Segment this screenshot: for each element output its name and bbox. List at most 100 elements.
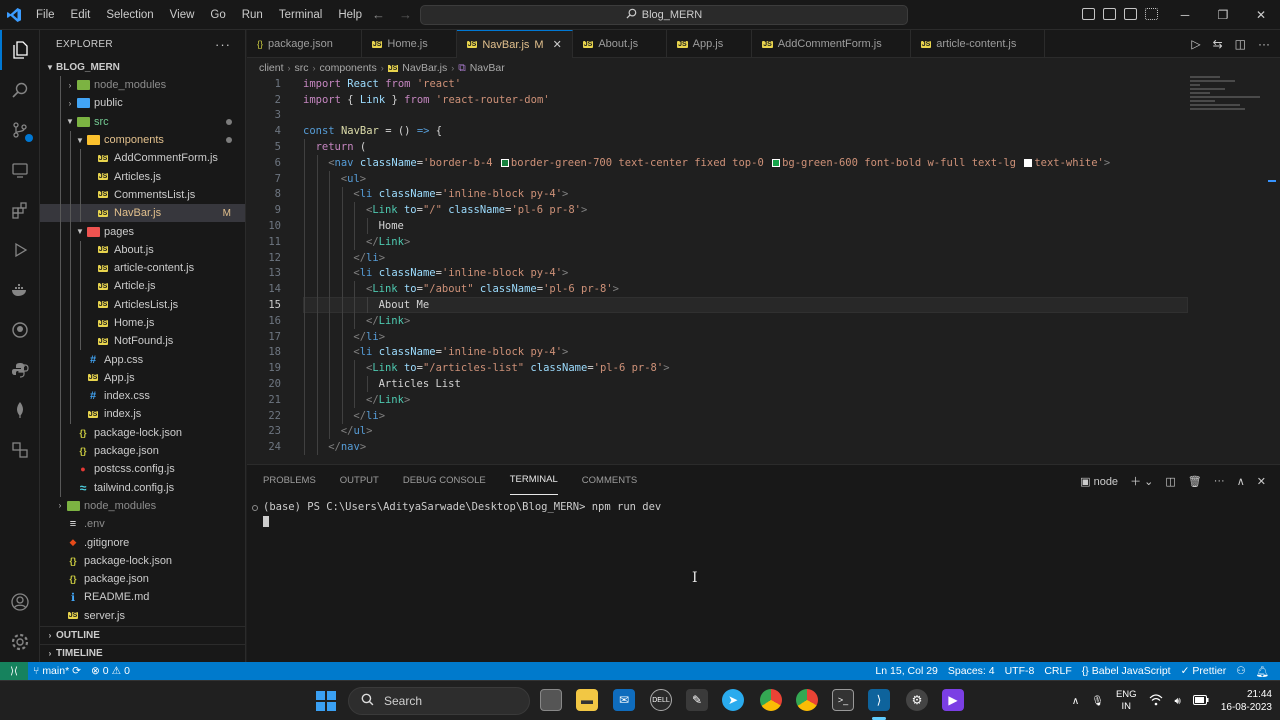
split-terminal-icon[interactable]: ◫	[1165, 475, 1175, 488]
tree-item[interactable]: package-lock.json	[40, 423, 245, 442]
explorer-files-icon[interactable]	[0, 30, 40, 70]
breadcrumb-item[interactable]: NavBar	[470, 62, 505, 74]
search-icon[interactable]	[0, 70, 40, 110]
back-arrow-icon[interactable]: ←	[372, 7, 385, 22]
workspace-root[interactable]: ▼ BLOG_MERN	[40, 58, 245, 76]
volume-icon[interactable]: 🔊︎	[1175, 696, 1181, 707]
source-control-icon[interactable]	[0, 110, 40, 150]
settings-app-icon[interactable]: ⚙	[906, 689, 928, 711]
language-mode[interactable]: {} Babel JavaScript	[1077, 665, 1176, 677]
tree-item[interactable]: .gitignore	[40, 533, 245, 551]
tab-article-content-js[interactable]: JS article-content.js	[911, 30, 1046, 58]
breadcrumb-item[interactable]: client	[259, 62, 284, 74]
tree-item[interactable]: NavBar.js M	[40, 204, 245, 223]
minimize-icon[interactable]: ─	[1166, 0, 1204, 30]
maximize-panel-icon[interactable]: ∧	[1237, 475, 1245, 488]
more-actions-icon[interactable]: ···	[1214, 475, 1225, 487]
more-actions-icon[interactable]: ···	[1258, 37, 1270, 51]
tree-item[interactable]: package-lock.json	[40, 552, 245, 570]
breadcrumb-item[interactable]: NavBar.js	[402, 62, 447, 74]
split-editor-icon[interactable]: ◫	[1235, 37, 1246, 51]
tree-item[interactable]: App.js	[40, 368, 245, 388]
mongodb-leaf-icon[interactable]	[0, 390, 40, 430]
tree-item[interactable]: About.js	[40, 240, 245, 259]
open-changes-icon[interactable]: ⇆	[1213, 37, 1223, 51]
close-window-icon[interactable]: ✕	[1242, 0, 1280, 30]
restore-icon[interactable]: ❐	[1204, 0, 1242, 30]
github-icon[interactable]	[0, 310, 40, 350]
show-hidden-icons-icon[interactable]: ∧	[1072, 696, 1079, 707]
tree-item[interactable]: postcss.config.js	[40, 460, 245, 479]
run-debug-icon[interactable]	[0, 230, 40, 270]
menu-item-terminal[interactable]: Terminal	[271, 9, 330, 21]
tree-item[interactable]: AddCommentForm.js	[40, 149, 245, 168]
dell-icon[interactable]: DELL	[650, 689, 672, 711]
accounts-icon[interactable]	[0, 582, 40, 622]
panel-tab-problems[interactable]: PROBLEMS	[263, 465, 316, 495]
settings-gear-icon[interactable]	[0, 622, 40, 662]
tree-item[interactable]: › node_modules	[40, 497, 245, 515]
toggle-secondary-sidebar-icon[interactable]	[1124, 8, 1137, 20]
docker-icon[interactable]	[0, 270, 40, 310]
cursor-position[interactable]: Ln 15, Col 29	[870, 665, 942, 677]
remote-indicator-icon[interactable]: ⟩⟨	[0, 662, 28, 680]
kill-terminal-icon[interactable]: 🗑	[1188, 475, 1202, 488]
tree-item[interactable]: ▼ src	[40, 112, 245, 131]
python-icon[interactable]	[0, 350, 40, 390]
menu-item-selection[interactable]: Selection	[98, 9, 161, 21]
terminal-app-icon[interactable]: >_	[832, 689, 854, 711]
tree-item[interactable]: ▼ pages	[40, 222, 245, 241]
notepad-icon[interactable]: ✎	[686, 689, 708, 711]
live-share-icon[interactable]	[0, 430, 40, 470]
taskbar-search[interactable]: Search	[348, 687, 530, 715]
tree-item[interactable]: Article.js	[40, 277, 245, 296]
tree-item[interactable]: package.json	[40, 441, 245, 461]
panel-tab-terminal[interactable]: TERMINAL	[509, 465, 558, 495]
language-indicator[interactable]: ENG IN	[1116, 689, 1137, 713]
tab-about-js[interactable]: JS About.js	[573, 30, 668, 58]
more-actions-icon[interactable]: ···	[215, 37, 231, 52]
new-terminal-icon[interactable]: ＋ ⌄	[1130, 473, 1153, 489]
file-explorer-icon[interactable]: ▬	[576, 689, 598, 711]
tab-addcommentform-js[interactable]: JS AddCommentForm.js	[752, 30, 911, 58]
mail-icon[interactable]: ✉	[613, 689, 635, 711]
telegram-icon[interactable]: ➤	[722, 689, 744, 711]
tree-item[interactable]: package.json	[40, 570, 245, 588]
tree-item[interactable]: tailwind.config.js	[40, 478, 245, 497]
tree-item[interactable]: NotFound.js	[40, 332, 245, 351]
menu-item-file[interactable]: File	[28, 9, 63, 21]
menu-item-help[interactable]: Help	[330, 9, 370, 21]
tree-item[interactable]: index.css	[40, 387, 245, 406]
tree-item[interactable]: .env	[40, 515, 245, 533]
line-ending[interactable]: CRLF	[1039, 665, 1076, 677]
command-center-search[interactable]: Blog_MERN	[420, 5, 908, 25]
tree-item[interactable]: CommentsList.js	[40, 185, 245, 205]
problems-indicator[interactable]: ⊗ 0 ⚠ 0	[86, 665, 135, 677]
panel-tab-debug-console[interactable]: DEBUG CONSOLE	[403, 465, 486, 495]
branch-indicator[interactable]: ⑂ main* ⟳	[28, 665, 86, 677]
notifications-bell-icon[interactable]: 🔔︎	[1251, 665, 1274, 678]
outline-section[interactable]: › OUTLINE	[40, 626, 245, 644]
wifi-icon[interactable]	[1149, 693, 1163, 709]
customize-layout-icon[interactable]	[1145, 8, 1158, 20]
remote-explorer-icon[interactable]	[0, 150, 40, 190]
tree-item[interactable]: App.css	[40, 350, 245, 369]
clipchamp-icon[interactable]: ▶	[942, 689, 964, 711]
code-editor[interactable]: 1 import React from 'react' 2 import { Link…	[247, 76, 1280, 464]
clock[interactable]: 21:44 16-08-2023	[1221, 688, 1272, 714]
menu-item-run[interactable]: Run	[234, 9, 271, 21]
panel-tab-comments[interactable]: COMMENTS	[582, 465, 637, 495]
tree-item[interactable]: ArticlesList.js	[40, 295, 245, 314]
close-panel-icon[interactable]: ✕	[1257, 475, 1266, 488]
prettier-status[interactable]: ✓ Prettier	[1176, 665, 1232, 677]
tree-item[interactable]: ▼ components	[40, 130, 245, 150]
tree-item[interactable]: article-content.js	[40, 258, 245, 278]
tab-home-js[interactable]: JS Home.js	[362, 30, 457, 58]
panel-tab-output[interactable]: OUTPUT	[340, 465, 379, 495]
vscode-taskbar-icon[interactable]: ⟩	[868, 689, 890, 711]
tree-item[interactable]: Articles.js	[40, 167, 245, 186]
chrome-profile-icon[interactable]	[796, 689, 818, 711]
task-view-icon[interactable]	[540, 689, 562, 711]
tab-app-js[interactable]: JS App.js	[667, 30, 753, 58]
tree-item[interactable]: › node_modules	[40, 76, 245, 95]
